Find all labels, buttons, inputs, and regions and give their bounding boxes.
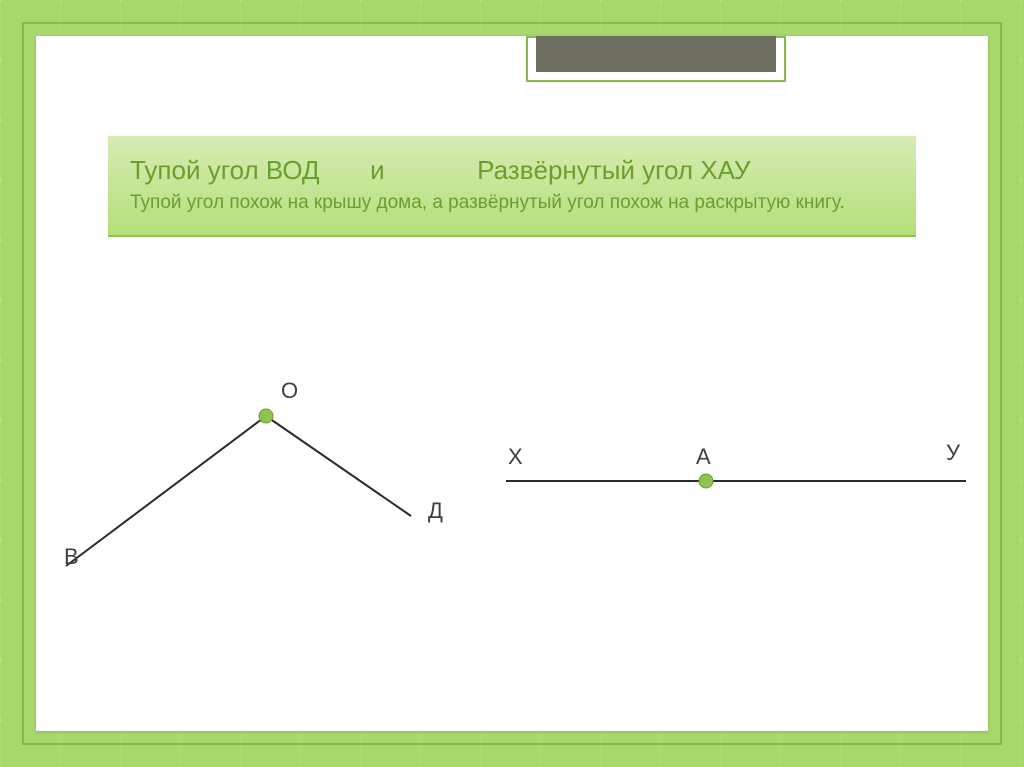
ray-OD bbox=[266, 416, 411, 516]
diagram-area: О Д В Х А У bbox=[36, 286, 988, 731]
label-A: А bbox=[696, 444, 711, 470]
obtuse-angle-svg bbox=[36, 286, 496, 686]
label-D: Д bbox=[428, 498, 443, 524]
title-main: Тупой угол ВОД и Развёрнутый угол ХАУ bbox=[130, 154, 894, 187]
title-box: Тупой угол ВОД и Развёрнутый угол ХАУ Ту… bbox=[108, 136, 916, 237]
title-connector: и bbox=[370, 155, 385, 185]
label-U: У bbox=[946, 440, 960, 466]
tab-decoration-fill bbox=[536, 36, 776, 72]
title-right: Развёрнутый угол ХАУ bbox=[477, 155, 750, 185]
vertex-O-dot bbox=[259, 409, 273, 423]
ray-OV bbox=[66, 416, 266, 566]
label-V: В bbox=[64, 544, 79, 570]
straight-angle-svg bbox=[486, 286, 1006, 686]
label-O: О bbox=[281, 378, 298, 404]
slide-canvas: Тупой угол ВОД и Развёрнутый угол ХАУ Ту… bbox=[36, 36, 988, 731]
vertex-A-dot bbox=[699, 474, 713, 488]
label-X: Х bbox=[508, 444, 523, 470]
title-left: Тупой угол ВОД bbox=[130, 155, 320, 185]
title-subtitle: Тупой угол похож на крышу дома, а развёр… bbox=[130, 191, 894, 216]
